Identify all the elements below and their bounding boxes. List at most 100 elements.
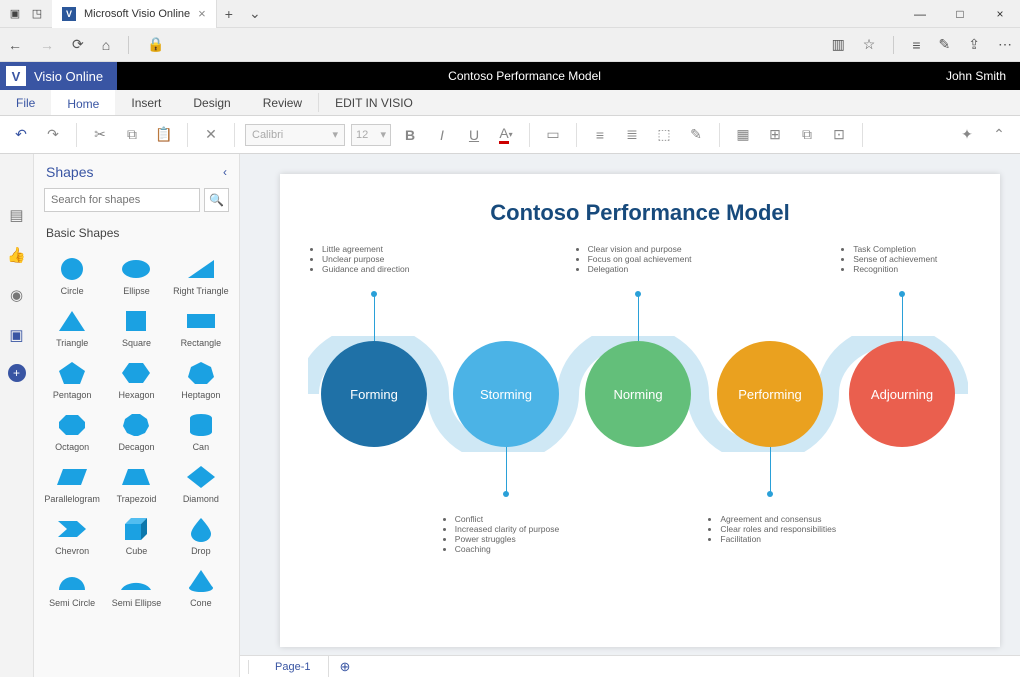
hub-icon[interactable]: ≡ <box>912 37 920 53</box>
share-icon[interactable]: ⇪ <box>968 36 980 53</box>
refresh-button[interactable]: ⟳ <box>72 36 84 53</box>
stage-storming[interactable]: Storming <box>453 341 559 447</box>
shape-rectangle[interactable]: Rectangle <box>169 302 233 352</box>
user-name[interactable]: John Smith <box>932 69 1020 83</box>
stage-norming[interactable]: Norming <box>585 341 691 447</box>
back-button[interactable]: ← <box>8 37 22 53</box>
shape-icon <box>184 360 218 386</box>
shape-diamond[interactable]: Diamond <box>169 458 233 508</box>
annotation-item: Unclear purpose <box>322 254 441 264</box>
search-button[interactable]: 🔍 <box>204 188 229 212</box>
stencil-shape-icon[interactable]: ◉ <box>6 284 28 306</box>
align-left-button[interactable]: ≡ <box>587 122 613 148</box>
undo-button[interactable]: ↶ <box>8 122 34 148</box>
arrange-button[interactable]: ⬚ <box>651 122 677 148</box>
chevron-up-icon[interactable]: ⌃ <box>986 122 1012 148</box>
font-select[interactable]: Calibri▾ <box>245 124 345 146</box>
maximize-button[interactable]: □ <box>940 7 980 21</box>
window-app-icons: ▣ ◳ <box>0 7 52 21</box>
shape-icon <box>184 516 218 542</box>
stencil-basic-icon[interactable]: ▣ <box>6 324 28 346</box>
connector-button[interactable]: ✦ <box>954 122 980 148</box>
favorite-icon[interactable]: ☆ <box>863 36 876 53</box>
app-brand[interactable]: V Visio Online <box>0 62 117 90</box>
shape-hexagon[interactable]: Hexagon <box>104 354 168 404</box>
italic-button[interactable]: I <box>429 122 455 148</box>
chevron-down-icon: ▾ <box>332 128 338 141</box>
notes-icon[interactable]: ✎ <box>939 36 951 53</box>
stage-performing[interactable]: Performing <box>717 341 823 447</box>
collapse-panel-icon[interactable]: ‹ <box>223 165 227 179</box>
reading-view-icon[interactable]: ▥ <box>832 36 845 53</box>
delete-button[interactable]: ✕ <box>198 122 224 148</box>
shape-circle[interactable]: Circle <box>40 250 104 300</box>
shape-label: Decagon <box>118 442 154 452</box>
annotation-item: Guidance and direction <box>322 264 441 274</box>
shape-right-triangle[interactable]: Right Triangle <box>169 250 233 300</box>
underline-button[interactable]: U <box>461 122 487 148</box>
forward-button[interactable]: → <box>40 37 54 53</box>
shape-cube[interactable]: Cube <box>104 510 168 560</box>
bold-button[interactable]: B <box>397 122 423 148</box>
shape-decagon[interactable]: Decagon <box>104 406 168 456</box>
font-size-select[interactable]: 12▾ <box>351 124 391 146</box>
shape-parallelogram[interactable]: Parallelogram <box>40 458 104 508</box>
home-button[interactable]: ⌂ <box>102 37 110 53</box>
shape-drop[interactable]: Drop <box>169 510 233 560</box>
stage-forming[interactable]: Forming <box>321 341 427 447</box>
shape-semi-ellipse[interactable]: Semi Ellipse <box>104 562 168 612</box>
shape-icon <box>184 256 218 282</box>
canvas-area[interactable]: Contoso Performance Model Little agreeme… <box>240 154 1020 677</box>
stencil-like-icon[interactable]: 👍 <box>6 244 28 266</box>
search-shapes-input[interactable] <box>44 188 200 212</box>
shape-octagon[interactable]: Octagon <box>40 406 104 456</box>
minimize-button[interactable]: — <box>900 7 940 21</box>
tab-edit-in-visio[interactable]: EDIT IN VISIO <box>319 90 429 115</box>
shape-chevron[interactable]: Chevron <box>40 510 104 560</box>
copy-button[interactable]: ⧉ <box>119 122 145 148</box>
line-color-button[interactable]: ✎ <box>683 122 709 148</box>
add-page-button[interactable]: ⊕ <box>329 659 360 675</box>
shapes-panel: Shapes ‹ 🔍 Basic Shapes CircleEllipseRig… <box>34 154 240 677</box>
shape-ellipse[interactable]: Ellipse <box>104 250 168 300</box>
shape-triangle[interactable]: Triangle <box>40 302 104 352</box>
tab-file[interactable]: File <box>0 90 51 115</box>
tab-home[interactable]: Home <box>51 90 115 115</box>
tab-insert[interactable]: Insert <box>115 90 177 115</box>
annotation-item: Agreement and consensus <box>720 514 839 524</box>
stage-adjourning[interactable]: Adjourning <box>849 341 955 447</box>
shape-can[interactable]: Can <box>169 406 233 456</box>
paste-button[interactable]: 📋 <box>151 122 177 148</box>
diagram-title: Contoso Performance Model <box>308 200 972 226</box>
redo-button[interactable]: ↷ <box>40 122 66 148</box>
new-tab-button[interactable]: + <box>217 6 241 22</box>
shape-semi-circle[interactable]: Semi Circle <box>40 562 104 612</box>
browser-tab[interactable]: V Microsoft Visio Online × <box>52 0 217 28</box>
text-block-button[interactable]: ▭ <box>540 122 566 148</box>
fill-button[interactable]: ▦ <box>730 122 756 148</box>
shape-label: Rectangle <box>181 338 222 348</box>
order-button[interactable]: ⧉ <box>794 122 820 148</box>
shape-pentagon[interactable]: Pentagon <box>40 354 104 404</box>
tab-review[interactable]: Review <box>247 90 318 115</box>
shape-heptagon[interactable]: Heptagon <box>169 354 233 404</box>
stencil-search-icon[interactable]: ▤ <box>6 204 28 226</box>
cut-button[interactable]: ✂ <box>87 122 113 148</box>
close-tab-icon[interactable]: × <box>198 6 206 21</box>
shape-label: Drop <box>191 546 211 556</box>
shape-square[interactable]: Square <box>104 302 168 352</box>
shape-cone[interactable]: Cone <box>169 562 233 612</box>
close-window-button[interactable]: × <box>980 7 1020 21</box>
shape-label: Parallelogram <box>44 494 100 504</box>
page-tab[interactable]: Page-1 <box>257 656 329 677</box>
tab-design[interactable]: Design <box>177 90 246 115</box>
drawing-canvas[interactable]: Contoso Performance Model Little agreeme… <box>280 174 1000 647</box>
align-button[interactable]: ≣ <box>619 122 645 148</box>
font-color-button[interactable]: A▾ <box>493 122 519 148</box>
more-icon[interactable]: ⋯ <box>998 36 1012 53</box>
position-button[interactable]: ⊡ <box>826 122 852 148</box>
group-button[interactable]: ⊞ <box>762 122 788 148</box>
shape-trapezoid[interactable]: Trapezoid <box>104 458 168 508</box>
tab-actions-icon[interactable]: ⌄ <box>241 5 269 22</box>
stencil-add-button[interactable]: + <box>8 364 26 382</box>
